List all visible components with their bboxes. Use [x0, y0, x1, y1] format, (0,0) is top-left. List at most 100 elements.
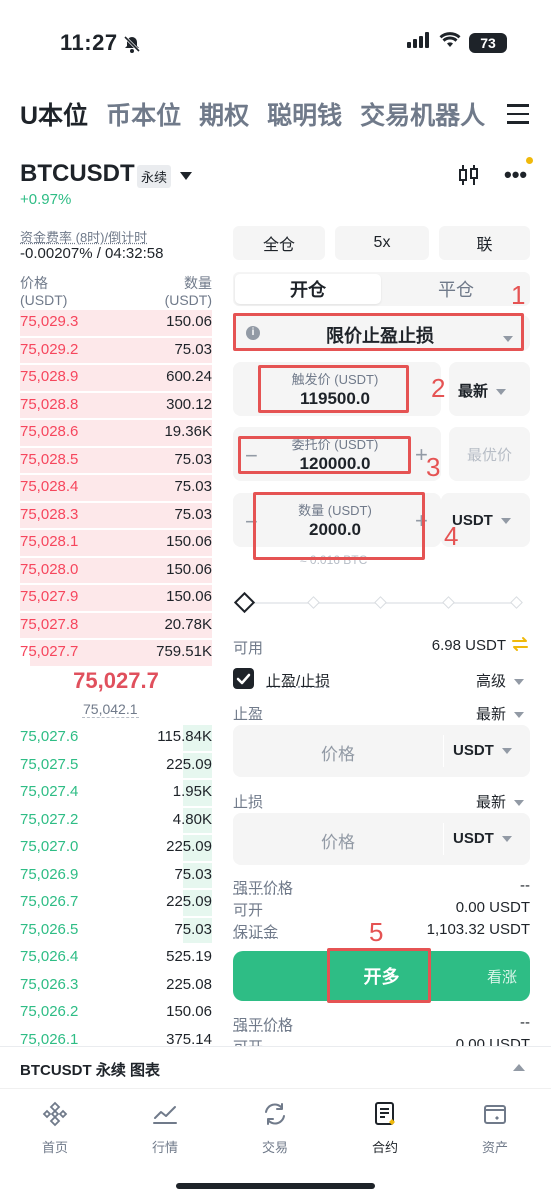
transfer-icon[interactable]: [510, 634, 530, 659]
mark-price[interactable]: 75,042.1: [82, 701, 139, 718]
tab-close[interactable]: 平仓: [383, 274, 529, 304]
tab-trading-bots[interactable]: 交易机器人: [360, 96, 485, 132]
ask-row[interactable]: 75,028.4 75.03: [20, 473, 212, 501]
symbol-name[interactable]: BTCUSDT: [20, 160, 135, 188]
nav-futures[interactable]: 合约: [350, 1101, 420, 1156]
last-price[interactable]: 75,027.7: [20, 668, 212, 694]
nav-markets[interactable]: 行情: [130, 1101, 200, 1156]
ask-row[interactable]: 75,029.3 150.06: [20, 308, 212, 336]
best-price-button[interactable]: 最优价: [449, 427, 530, 481]
ask-row[interactable]: 75,028.0 150.06: [20, 556, 212, 583]
annotation-number-3: 3: [426, 452, 441, 482]
ask-row[interactable]: 75,028.3 75.03: [20, 501, 212, 528]
bid-row[interactable]: 75,027.5 225.09: [20, 751, 212, 778]
tab-open[interactable]: 开仓: [235, 274, 381, 304]
nav-trade[interactable]: 交易: [240, 1101, 310, 1156]
annotation-number-2: 2: [431, 373, 446, 403]
position-mode-button[interactable]: 联: [439, 226, 530, 260]
row-price: 75,026.2: [20, 1003, 79, 1021]
ask-row[interactable]: 75,028.8 300.12: [20, 391, 212, 418]
annotation-box-5: [327, 948, 431, 1003]
candlestick-icon[interactable]: [458, 163, 480, 193]
annotation-box-2: [258, 365, 409, 413]
row-price: 75,027.5: [20, 755, 79, 773]
row-qty: 225.09: [166, 893, 212, 911]
leverage-button[interactable]: 5x: [335, 226, 429, 260]
bid-row[interactable]: 75,027.6 115.84K: [20, 723, 212, 751]
tp-price-placeholder: 价格: [321, 745, 355, 764]
row-qty: 759.51K: [156, 643, 212, 661]
chart-expand-bar[interactable]: BTCUSDT 永续 图表: [0, 1046, 551, 1088]
status-time: 11:27: [60, 30, 118, 55]
sl-price-placeholder: 价格: [321, 833, 355, 852]
slider-tick-50[interactable]: [374, 596, 387, 609]
tab-usdm[interactable]: U本位: [20, 96, 88, 132]
ask-row[interactable]: 75,027.9 150.06: [20, 583, 212, 611]
row-price: 75,028.1: [20, 533, 79, 551]
row-qty: 1.95K: [172, 783, 212, 801]
bid-row[interactable]: 75,026.3 225.08: [20, 971, 212, 999]
futures-doc-icon: [375, 1102, 395, 1125]
ask-row[interactable]: 75,028.6 19.36K: [20, 418, 212, 446]
row-qty: 225.08: [166, 975, 212, 993]
tab-options[interactable]: 期权: [199, 96, 249, 132]
max-open-label: 可开: [233, 902, 264, 919]
chevron-down-icon[interactable]: [180, 172, 192, 180]
advanced-select[interactable]: 高级: [476, 670, 525, 691]
chevron-up-icon[interactable]: [513, 1064, 525, 1071]
slider-handle[interactable]: [233, 591, 256, 614]
row-price: 75,028.9: [20, 368, 79, 386]
liq-price-label[interactable]: 强平价格: [233, 877, 293, 898]
nav-assets[interactable]: 资产: [460, 1101, 530, 1156]
ob-price-unit: (USDT): [20, 292, 68, 308]
signal-icon: [407, 32, 431, 53]
tpsl-checkbox[interactable]: [233, 668, 254, 689]
ask-row[interactable]: 75,028.5 75.03: [20, 446, 212, 473]
bid-row[interactable]: 75,026.5 75.03: [20, 916, 212, 943]
tpsl-label[interactable]: 止盈/止损: [266, 670, 330, 691]
home-indicator: [176, 1183, 375, 1189]
margin-value: 1,103.32 USDT: [426, 921, 530, 938]
tp-source-select[interactable]: 最新: [476, 703, 525, 724]
bid-row[interactable]: 75,027.2 4.80K: [20, 806, 212, 833]
row-price: 75,028.4: [20, 478, 79, 496]
bid-row[interactable]: 75,026.9 75.03: [20, 861, 212, 888]
sl-source-select[interactable]: 最新: [476, 791, 525, 812]
annotation-box-1: [233, 313, 524, 351]
bid-row[interactable]: 75,027.0 225.09: [20, 833, 212, 861]
tab-coinm[interactable]: 币本位: [106, 96, 181, 132]
bid-row[interactable]: 75,026.4 525.19: [20, 943, 212, 971]
margin-mode-button[interactable]: 全仓: [233, 226, 325, 260]
ask-row[interactable]: 75,028.9 600.24: [20, 363, 212, 391]
slider-tick-100[interactable]: [510, 596, 523, 609]
row-price: 75,026.7: [20, 893, 79, 911]
slider-tick-75[interactable]: [442, 596, 455, 609]
slider-tick-25[interactable]: [307, 596, 320, 609]
price-change: +0.97%: [20, 191, 72, 208]
ask-row[interactable]: 75,027.8 20.78K: [20, 611, 212, 638]
sl-unit-select[interactable]: USDT: [453, 830, 512, 847]
bid-row[interactable]: 75,026.7 225.09: [20, 888, 212, 916]
ask-row[interactable]: 75,029.2 75.03: [20, 336, 212, 363]
liq-price-label-2[interactable]: 强平价格: [233, 1014, 293, 1035]
funding-rate-label[interactable]: 资金费率 (8时)/倒计时: [20, 227, 147, 246]
ask-row[interactable]: 75,028.1 150.06: [20, 528, 212, 556]
available-value: 6.98 USDT: [431, 637, 506, 654]
row-qty: 225.09: [166, 755, 212, 773]
row-qty: 4.80K: [172, 810, 212, 828]
ask-row[interactable]: 75,027.7 759.51K: [20, 638, 212, 666]
row-price: 75,027.4: [20, 783, 79, 801]
row-price: 75,026.5: [20, 920, 79, 938]
max-open-value: 0.00 USDT: [455, 899, 530, 916]
tp-unit-select[interactable]: USDT: [453, 742, 512, 759]
row-price: 75,028.6: [20, 423, 79, 441]
menu-icon[interactable]: [507, 104, 529, 130]
row-qty: 75.03: [174, 505, 212, 523]
margin-label[interactable]: 保证金: [233, 921, 278, 942]
more-icon[interactable]: •••: [504, 162, 527, 188]
bid-row[interactable]: 75,026.2 150.06: [20, 998, 212, 1026]
bid-row[interactable]: 75,027.4 1.95K: [20, 778, 212, 806]
nav-home[interactable]: 首页: [20, 1101, 90, 1156]
mute-bell-icon: [122, 34, 142, 59]
tab-smart-money[interactable]: 聪明钱: [267, 96, 342, 132]
